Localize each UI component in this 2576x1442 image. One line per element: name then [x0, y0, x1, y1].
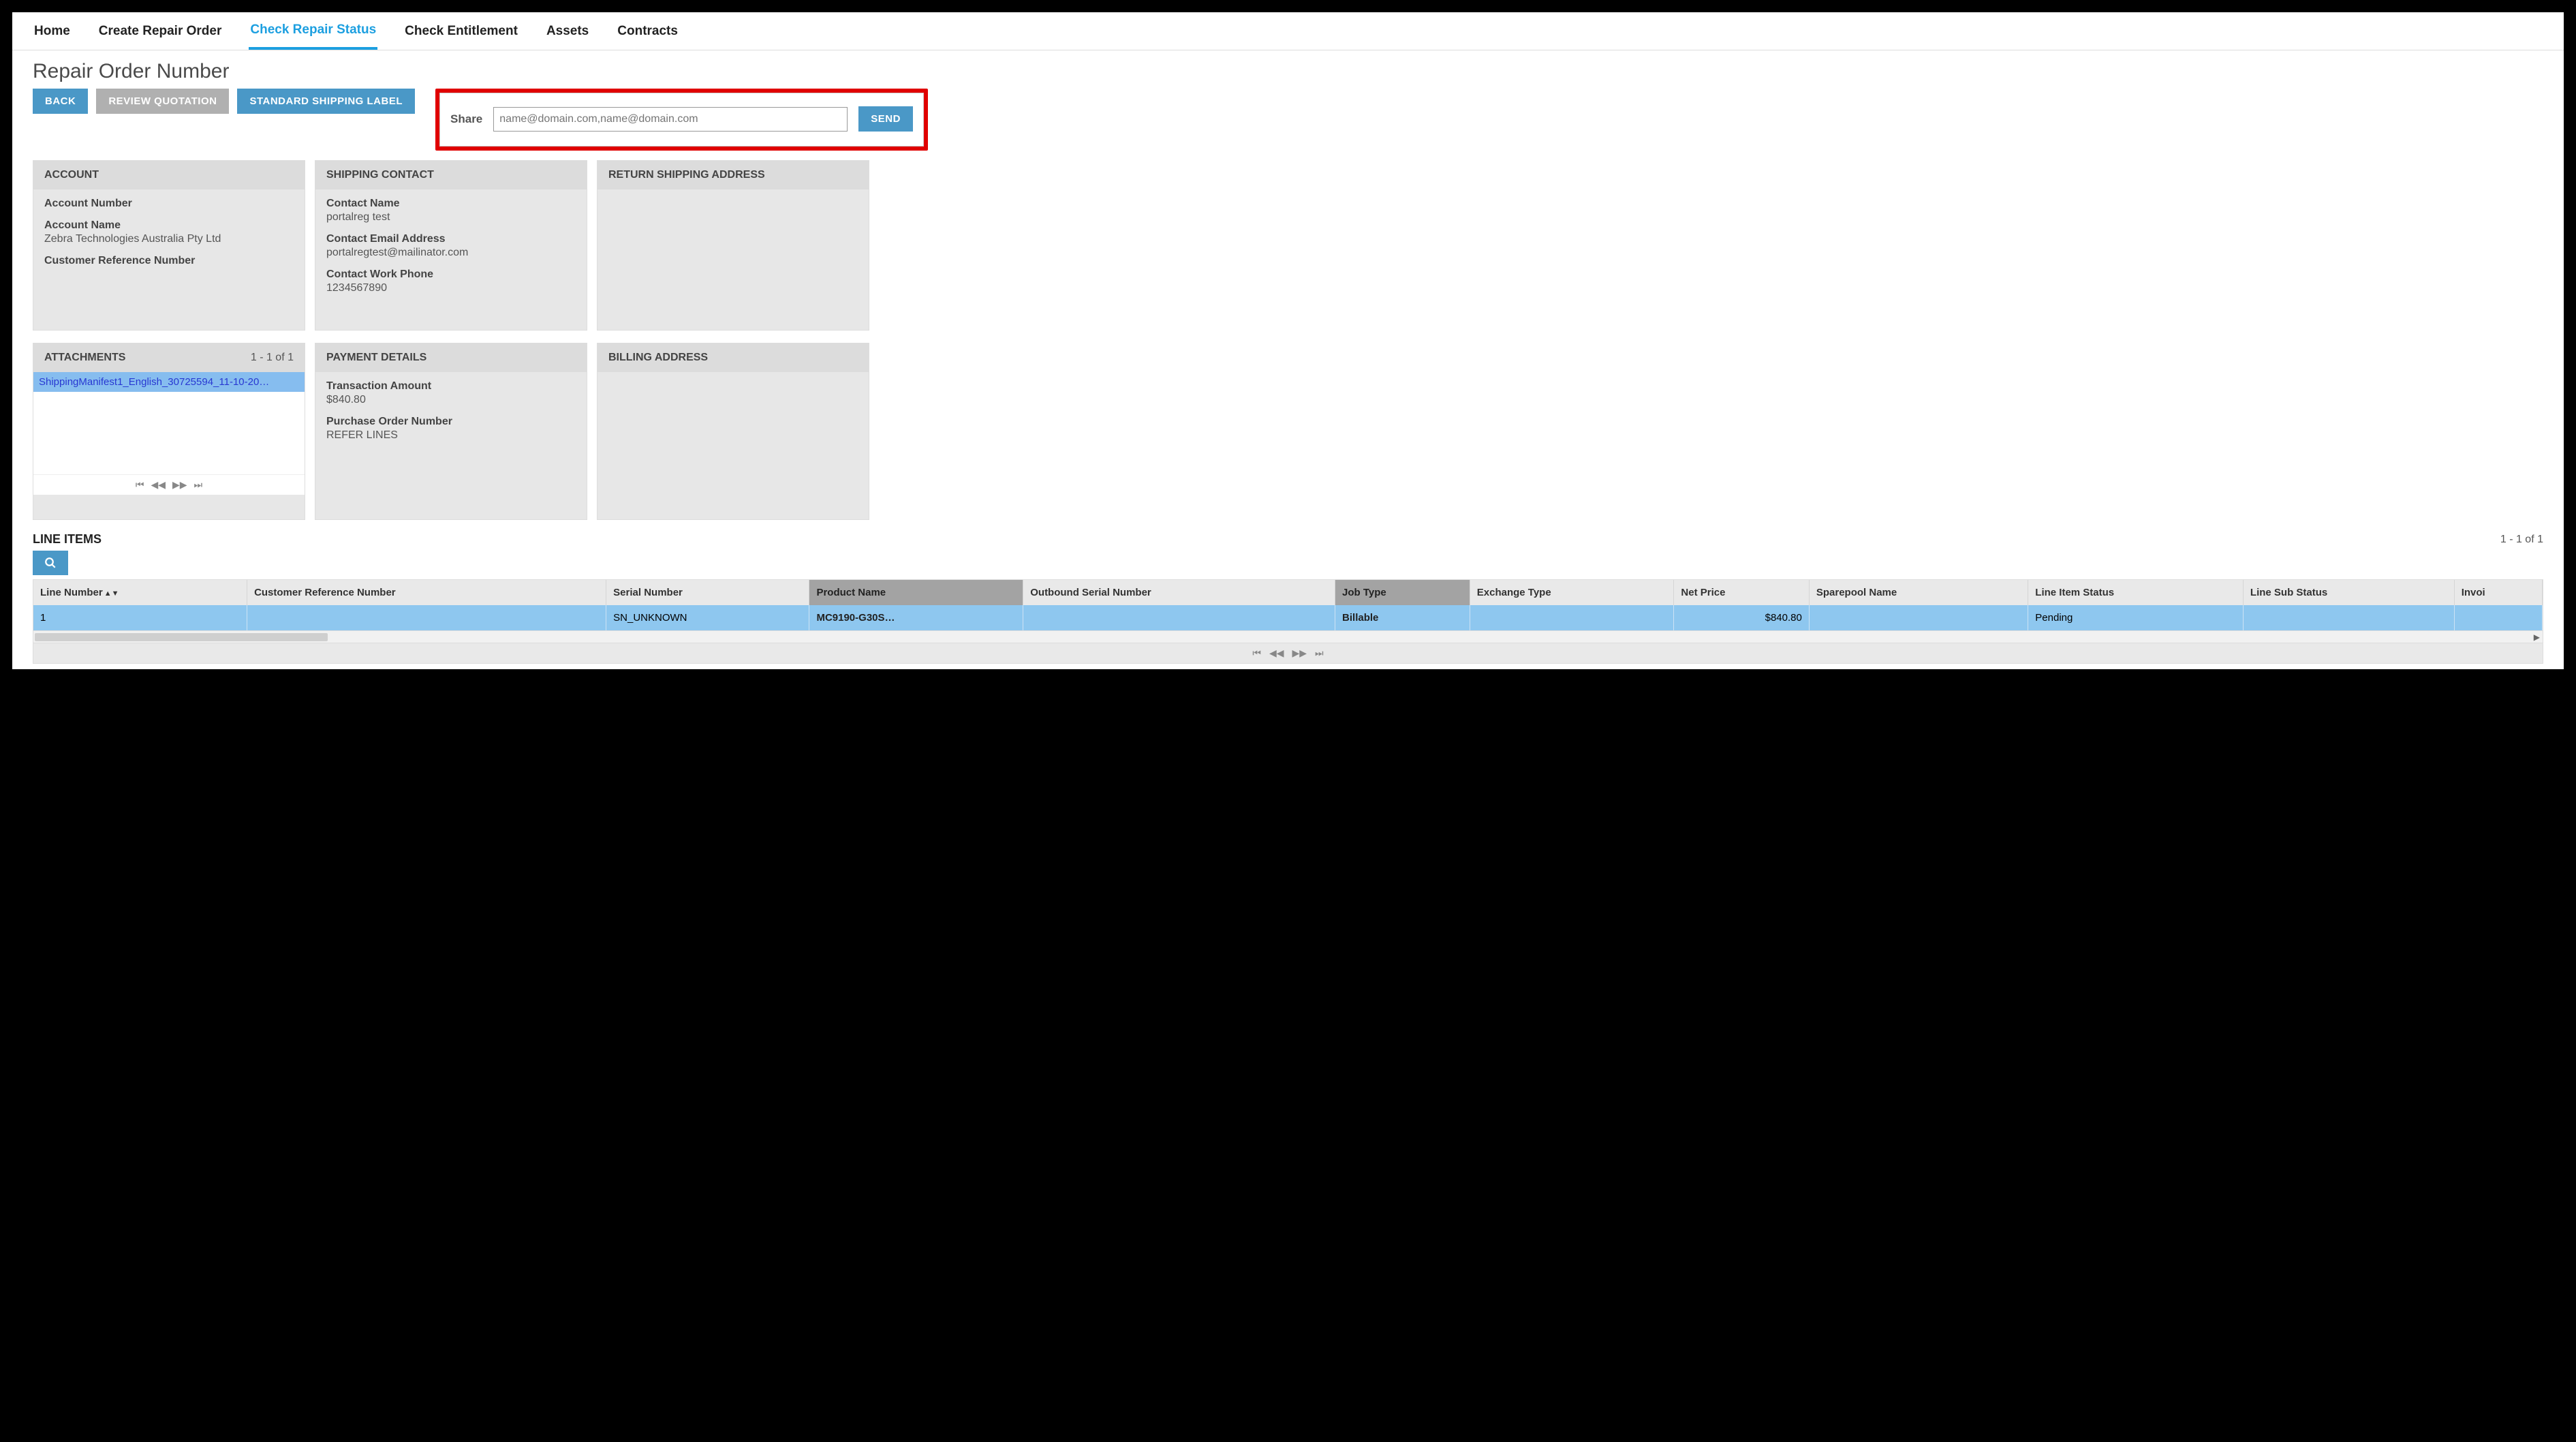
action-row: BACK REVIEW QUOTATION STANDARD SHIPPING … — [12, 89, 2564, 157]
col-outbound-serial-number[interactable]: Outbound Serial Number — [1023, 580, 1335, 605]
cell-customer-reference-number — [247, 605, 606, 630]
tab-create-repair-order[interactable]: Create Repair Order — [97, 14, 223, 48]
transaction-amount-value: $840.80 — [326, 394, 576, 406]
col-customer-reference-number[interactable]: Customer Reference Number — [247, 580, 606, 605]
return-shipping-address-header: RETURN SHIPPING ADDRESS — [598, 161, 869, 189]
line-items-table: Line Number▲▼ Customer Reference Number … — [33, 580, 2543, 630]
page-title: Repair Order Number — [12, 50, 2564, 89]
customer-reference-number-label: Customer Reference Number — [44, 255, 294, 267]
shipping-contact-header: SHIPPING CONTACT — [315, 161, 587, 189]
scroll-right-icon[interactable]: ▶ — [2534, 632, 2540, 642]
search-icon — [44, 557, 57, 569]
horizontal-scrollbar[interactable]: ▶ — [33, 630, 2543, 643]
purchase-order-number-label: Purchase Order Number — [326, 416, 576, 428]
attachments-panel: ATTACHMENTS 1 - 1 of 1 ShippingManifest1… — [33, 343, 305, 520]
attachments-count: 1 - 1 of 1 — [251, 352, 294, 364]
share-label: Share — [450, 112, 482, 126]
col-sparepool-name[interactable]: Sparepool Name — [1809, 580, 2028, 605]
info-panels-row2: ATTACHMENTS 1 - 1 of 1 ShippingManifest1… — [12, 340, 2564, 520]
cell-exchange-type — [1470, 605, 1674, 630]
tab-contracts[interactable]: Contracts — [616, 14, 679, 48]
sort-indicator-icon: ▲▼ — [104, 589, 119, 598]
line-items-search-button[interactable] — [33, 551, 68, 575]
tab-check-repair-status[interactable]: Check Repair Status — [249, 13, 377, 50]
attachment-link[interactable]: ShippingManifest1_English_30725594_11-10… — [33, 372, 305, 392]
table-row[interactable]: 1 SN_UNKNOWN MC9190-G30S… Billable $840.… — [33, 605, 2543, 630]
tab-home[interactable]: Home — [33, 14, 72, 48]
line-items-title-row: LINE ITEMS 1 - 1 of 1 — [12, 520, 2564, 551]
pager-prev-icon[interactable]: ◀◀ — [151, 479, 166, 491]
shipping-contact-panel: SHIPPING CONTACT Contact Name portalreg … — [315, 160, 587, 331]
tab-check-entitlement[interactable]: Check Entitlement — [403, 14, 519, 48]
tab-bar: Home Create Repair Order Check Repair St… — [12, 12, 2564, 50]
col-serial-number[interactable]: Serial Number — [606, 580, 809, 605]
cell-job-type: Billable — [1335, 605, 1470, 630]
cell-sparepool-name — [1809, 605, 2028, 630]
account-number-label: Account Number — [44, 198, 294, 210]
line-items-pager: ⏮ ◀◀ ▶▶ ⏭ — [33, 643, 2543, 664]
scrollbar-thumb[interactable] — [35, 633, 328, 641]
contact-email-label: Contact Email Address — [326, 233, 576, 245]
pager-first-icon[interactable]: ⏮ — [136, 479, 144, 491]
share-panel: Share SEND — [435, 89, 928, 151]
cell-line-sub-status — [2243, 605, 2454, 630]
attachments-header: ATTACHMENTS — [44, 352, 125, 364]
billing-address-panel: BILLING ADDRESS — [597, 343, 869, 520]
contact-name-value: portalreg test — [326, 211, 576, 224]
cell-outbound-serial-number — [1023, 605, 1335, 630]
table-header-row: Line Number▲▼ Customer Reference Number … — [33, 580, 2543, 605]
standard-shipping-label-button[interactable]: STANDARD SHIPPING LABEL — [237, 89, 415, 114]
payment-details-panel: PAYMENT DETAILS Transaction Amount $840.… — [315, 343, 587, 520]
pager-next-icon[interactable]: ▶▶ — [1292, 647, 1307, 659]
review-quotation-button[interactable]: REVIEW QUOTATION — [96, 89, 229, 114]
account-name-label: Account Name — [44, 219, 294, 232]
back-button[interactable]: BACK — [33, 89, 88, 114]
col-line-number-label: Line Number — [40, 587, 103, 598]
contact-phone-value: 1234567890 — [326, 282, 576, 294]
col-line-item-status[interactable]: Line Item Status — [2028, 580, 2244, 605]
line-items-title: LINE ITEMS — [33, 532, 102, 547]
return-shipping-address-panel: RETURN SHIPPING ADDRESS — [597, 160, 869, 331]
col-job-type[interactable]: Job Type — [1335, 580, 1470, 605]
purchase-order-number-value: REFER LINES — [326, 429, 576, 442]
app-frame: Home Create Repair Order Check Repair St… — [12, 12, 2564, 669]
contact-email-value: portalregtest@mailinator.com — [326, 247, 576, 259]
line-items-table-wrap: Line Number▲▼ Customer Reference Number … — [33, 579, 2543, 643]
line-items-count: 1 - 1 of 1 — [2500, 534, 2543, 546]
cell-serial-number: SN_UNKNOWN — [606, 605, 809, 630]
payment-details-header: PAYMENT DETAILS — [315, 343, 587, 372]
contact-phone-label: Contact Work Phone — [326, 269, 576, 281]
col-exchange-type[interactable]: Exchange Type — [1470, 580, 1674, 605]
cell-line-item-status: Pending — [2028, 605, 2244, 630]
pager-last-icon[interactable]: ⏭ — [194, 479, 203, 491]
tab-assets[interactable]: Assets — [545, 14, 590, 48]
pager-next-icon[interactable]: ▶▶ — [172, 479, 187, 491]
info-panels-row1: ACCOUNT Account Number Account Name Zebr… — [12, 157, 2564, 331]
pager-first-icon[interactable]: ⏮ — [1252, 647, 1261, 659]
col-invoice[interactable]: Invoi — [2454, 580, 2542, 605]
account-header: ACCOUNT — [33, 161, 305, 189]
transaction-amount-label: Transaction Amount — [326, 380, 576, 393]
send-button[interactable]: SEND — [858, 106, 913, 132]
attachments-list: ShippingManifest1_English_30725594_11-10… — [33, 372, 305, 474]
cell-invoice — [2454, 605, 2542, 630]
pager-prev-icon[interactable]: ◀◀ — [1269, 647, 1284, 659]
account-name-value: Zebra Technologies Australia Pty Ltd — [44, 233, 294, 245]
col-line-sub-status[interactable]: Line Sub Status — [2243, 580, 2454, 605]
col-product-name[interactable]: Product Name — [809, 580, 1023, 605]
contact-name-label: Contact Name — [326, 198, 576, 210]
col-net-price[interactable]: Net Price — [1674, 580, 1809, 605]
pager-last-icon[interactable]: ⏭ — [1315, 647, 1324, 659]
col-line-number[interactable]: Line Number▲▼ — [33, 580, 247, 605]
account-panel: ACCOUNT Account Number Account Name Zebr… — [33, 160, 305, 331]
cell-line-number: 1 — [33, 605, 247, 630]
attachments-pager: ⏮ ◀◀ ▶▶ ⏭ — [33, 474, 305, 495]
share-email-input[interactable] — [493, 107, 848, 132]
cell-product-name: MC9190-G30S… — [809, 605, 1023, 630]
cell-net-price: $840.80 — [1674, 605, 1809, 630]
billing-address-header: BILLING ADDRESS — [598, 343, 869, 372]
